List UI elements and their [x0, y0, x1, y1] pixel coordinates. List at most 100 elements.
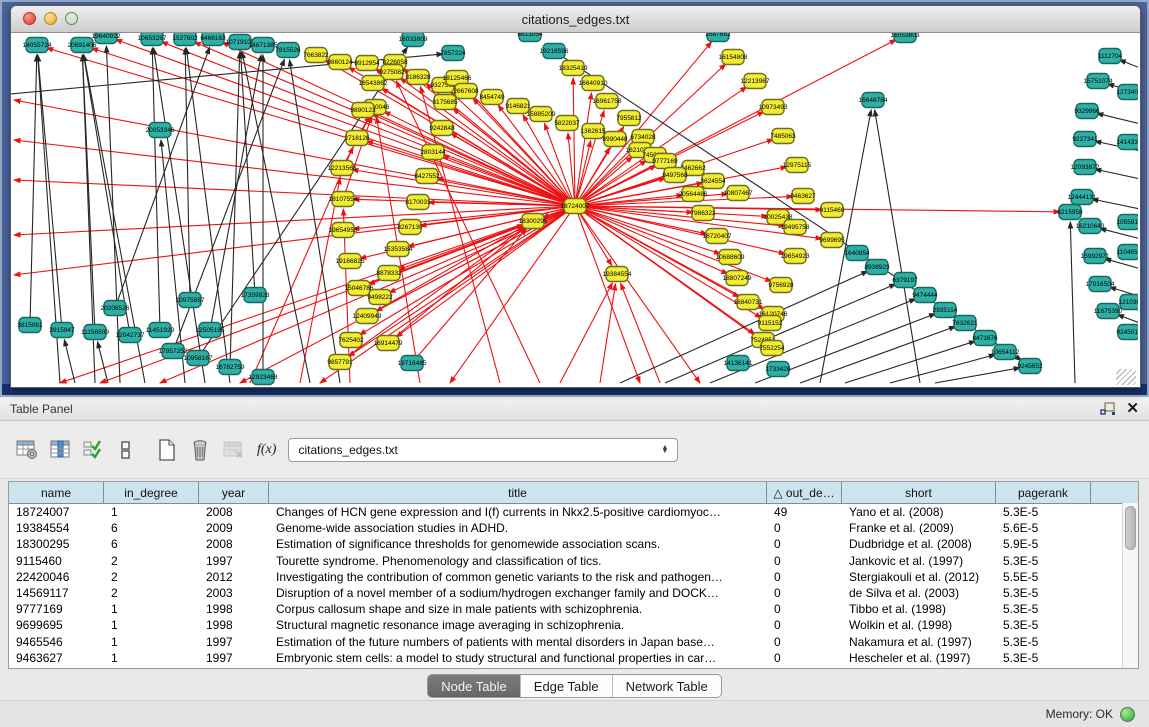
table-vertical-scrollbar[interactable] [1122, 503, 1138, 668]
graph-node[interactable]: 2803144 [420, 145, 446, 160]
graph-edge[interactable] [30, 55, 37, 325]
tab-network-table[interactable]: Network Table [613, 675, 721, 697]
graph-node[interactable]: 8813054 [517, 33, 543, 42]
graph-node[interactable]: 14671385 [249, 38, 278, 53]
graph-node[interactable]: 15353584 [384, 242, 413, 257]
window-titlebar[interactable]: citations_edges.txt [11, 6, 1140, 33]
graph-node[interactable]: 7857224 [440, 46, 466, 61]
graph-edge[interactable] [300, 178, 340, 383]
graph-node[interactable]: 8454749 [479, 90, 505, 105]
table-row[interactable]: 1456911722003Disruption of a novel membe… [9, 585, 1138, 601]
table-row[interactable]: 977716911998Corpus callosum shape and si… [9, 601, 1138, 617]
graph-edge[interactable] [241, 52, 255, 295]
graph-node[interactable]: 1104654 [1117, 245, 1138, 260]
column-header-year[interactable]: year [199, 482, 269, 503]
graph-node[interactable]: 8912954 [354, 56, 380, 71]
select-columns-button[interactable] [45, 434, 75, 466]
graph-node[interactable]: 1055912 [1116, 215, 1138, 230]
graph-node[interactable]: 18300295 [519, 214, 548, 229]
network-view-window[interactable]: citations_edges.txt 18724007 8226058 891… [10, 5, 1141, 388]
graph-edge[interactable] [575, 206, 1060, 212]
table-row[interactable]: 1938455462009Genome-wide association stu… [9, 520, 1138, 536]
graph-node[interactable]: 11156809 [81, 325, 109, 340]
table-row[interactable]: 911546021997Tourette syndrome. Phenomeno… [9, 553, 1138, 569]
column-header-in_degree[interactable]: in_degree [104, 482, 199, 503]
table-row[interactable]: 1872400712008Changes of HCN gene express… [9, 504, 1138, 520]
graph-edge[interactable] [600, 284, 615, 383]
graph-edge[interactable] [412, 229, 527, 363]
table-row[interactable]: 969969511998Structural magnetic resonanc… [9, 617, 1138, 633]
graph-node[interactable]: 16640910 [579, 76, 608, 91]
new-table-button[interactable] [152, 434, 182, 466]
graph-node[interactable]: 9474444 [912, 288, 938, 303]
graph-node[interactable]: 9242848 [429, 121, 455, 136]
float-panel-icon[interactable] [1100, 402, 1116, 416]
graph-edge[interactable] [1097, 113, 1138, 125]
graph-node[interactable]: 9329966 [1074, 104, 1100, 119]
graph-edge[interactable] [560, 283, 612, 383]
graph-edge[interactable] [64, 340, 75, 383]
function-builder-button[interactable]: f(x) [257, 442, 276, 458]
table-body[interactable]: 1872400712008Changes of HCN gene express… [9, 504, 1138, 666]
graph-node[interactable]: 7625402 [338, 333, 364, 348]
graph-node[interactable]: 3624554 [700, 174, 726, 189]
graph-node[interactable]: 10975887 [176, 293, 205, 308]
graph-node[interactable]: 16033809 [399, 33, 428, 47]
graph-node[interactable]: 9115460 [820, 203, 845, 218]
table-row[interactable]: 1830029562008Estimation of significance … [9, 536, 1138, 552]
node-table[interactable]: namein_degreeyeartitle△ out_de…shortpage… [8, 481, 1139, 669]
graph-node[interactable]: 9860124 [327, 55, 353, 70]
graph-node[interactable]: 10807467 [724, 186, 753, 201]
graph-node[interactable]: 17359928 [241, 288, 270, 303]
graph-node[interactable]: 12409949 [353, 309, 382, 324]
graph-node[interactable]: 9463627 [790, 189, 816, 204]
graph-edge[interactable] [84, 55, 130, 335]
column-header-pagerank[interactable]: pagerank [996, 482, 1091, 503]
tab-node-table[interactable]: Node Table [428, 675, 521, 697]
table-settings-button[interactable] [12, 434, 42, 466]
graph-edge[interactable] [152, 48, 160, 330]
graph-node[interactable]: 7815526 [275, 43, 301, 58]
graph-node[interactable]: 2687682 [705, 33, 731, 42]
graph-node[interactable]: 19640922 [92, 33, 121, 44]
graph-node[interactable]: 12923468 [249, 370, 278, 385]
graph-edge[interactable] [290, 60, 340, 383]
graph-node[interactable]: 19654953 [329, 223, 358, 238]
graph-node[interactable]: 8170031 [405, 195, 431, 210]
column-header-title[interactable]: title [269, 482, 767, 503]
graph-node[interactable]: 7663822 [303, 48, 329, 63]
table-row[interactable]: 2242004622012Investigating the contribut… [9, 569, 1138, 585]
graph-node[interactable]: 10688609 [716, 250, 745, 265]
graph-edge[interactable] [575, 206, 700, 383]
graph-node[interactable]: 2667608 [453, 84, 479, 99]
graph-node[interactable]: 3175685 [432, 95, 458, 110]
graph-node[interactable]: 10653287 [138, 33, 167, 46]
graph-node[interactable]: 6497568 [662, 168, 688, 183]
graph-node[interactable]: 1527602 [172, 33, 198, 46]
graph-node[interactable]: 20053346 [146, 123, 175, 138]
graph-edge[interactable] [1119, 60, 1138, 70]
graph-node[interactable]: 12444131 [1068, 190, 1097, 205]
graph-node[interactable]: 1414332 [1116, 135, 1138, 150]
graph-node[interactable]: 15885209 [527, 107, 556, 122]
column-header-name[interactable]: name [9, 482, 104, 503]
minimize-window-icon[interactable] [44, 12, 57, 25]
graph-node[interactable]: 19654923 [781, 249, 810, 264]
graph-node[interactable]: 16543862 [359, 76, 388, 91]
graph-edge[interactable] [14, 180, 575, 206]
graph-node[interactable]: 6466163 [200, 33, 226, 46]
graph-node[interactable]: 3815061 [17, 318, 43, 333]
graph-node[interactable]: 8990448 [602, 132, 628, 147]
graph-node[interactable]: 10973493 [759, 100, 788, 115]
graph-edge[interactable] [845, 341, 975, 383]
graph-node[interactable]: 16782759 [216, 360, 245, 375]
graph-node[interactable]: 1112704 [1098, 49, 1123, 64]
graph-node[interactable]: 19166825 [336, 254, 365, 269]
graph-node[interactable]: 7986322 [690, 206, 716, 221]
graph-edge[interactable] [14, 206, 575, 235]
column-header-out_de[interactable]: △ out_de… [767, 482, 842, 503]
graph-node[interactable]: 1210365 [1118, 295, 1138, 310]
graph-node[interactable]: 20564486 [679, 187, 708, 202]
graph-edge[interactable] [14, 100, 575, 206]
graph-node[interactable]: 12093872 [1071, 160, 1100, 175]
